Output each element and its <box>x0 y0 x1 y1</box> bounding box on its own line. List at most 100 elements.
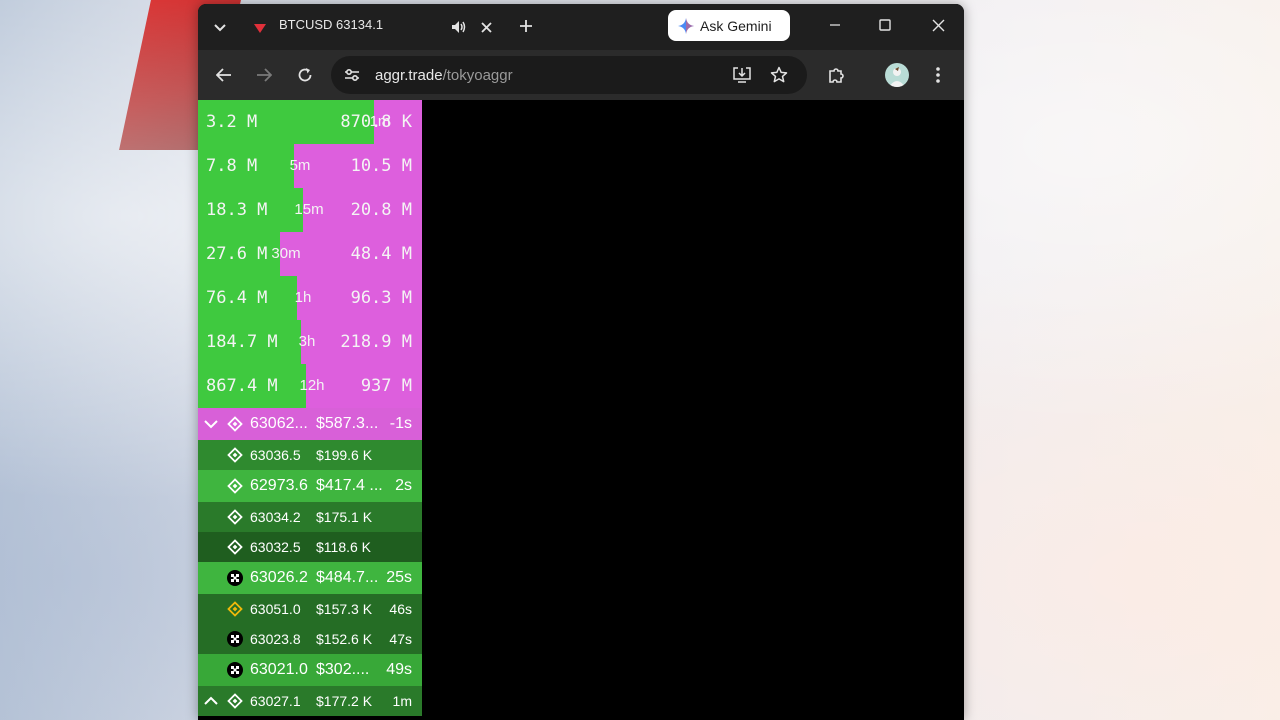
buy-volume: 76.4 M <box>206 288 268 308</box>
trade-price: 63021.0 <box>250 661 308 678</box>
ask-gemini-label: Ask Gemini <box>700 17 772 34</box>
stat-interval: 5m <box>289 157 311 174</box>
stat-row: 3.2 M 1m 870.8 K <box>198 100 422 144</box>
sell-volume: 870.8 K <box>340 112 412 132</box>
trade-age: 2s <box>395 477 412 494</box>
okx-exchange-icon <box>227 570 243 586</box>
tab-bar: BTCUSD 63134.1 Ask Gemini <box>198 4 964 50</box>
binance-exchange-icon <box>227 478 243 494</box>
browser-toolbar: aggr.trade/tokyoaggr <box>198 50 964 100</box>
sell-volume: 218.9 M <box>340 332 412 352</box>
site-info-tune-icon[interactable] <box>343 66 361 84</box>
url-path: /tokyoaggr <box>442 67 513 84</box>
stat-row: 7.8 M 5m 10.5 M <box>198 144 422 188</box>
gemini-sparkle-icon <box>678 17 694 34</box>
trade-row[interactable]: 63023.8 $152.6 K 47s <box>198 624 422 654</box>
trade-row[interactable]: 63062... $587.3... -1s <box>198 408 422 440</box>
binance-exchange-icon <box>227 416 243 432</box>
buy-volume: 867.4 M <box>206 376 278 396</box>
trade-row[interactable]: 63034.2 $175.1 K <box>198 502 422 532</box>
chevron-down-icon[interactable] <box>204 417 218 432</box>
bookmark-star-icon[interactable] <box>769 66 789 84</box>
trade-row[interactable]: 63027.1 $177.2 K 1m <box>198 686 422 716</box>
sell-volume: 96.3 M <box>350 288 412 308</box>
minimize-window-icon[interactable] <box>825 15 845 35</box>
trade-row[interactable]: 63051.0 $157.3 K 46s <box>198 594 422 624</box>
sell-volume: 10.5 M <box>350 156 412 176</box>
chevron-up-icon[interactable] <box>204 694 218 709</box>
binance-exchange-icon <box>227 509 243 525</box>
trade-amount: $175.1 K <box>316 509 373 525</box>
buy-volume: 184.7 M <box>206 332 278 352</box>
reload-icon[interactable] <box>295 65 315 85</box>
trade-age: 25s <box>386 569 412 586</box>
trade-price: 63034.2 <box>250 509 301 525</box>
trade-amount: $157.3 K <box>316 601 373 617</box>
stat-row: 18.3 M 15m 20.8 M <box>198 188 422 232</box>
binance-exchange-icon <box>227 447 243 463</box>
trades-list: 63062... $587.3... -1s 63036.5 $199.6 K 62973… <box>198 408 422 716</box>
trade-amount: $587.3... <box>316 415 379 432</box>
url-text[interactable]: aggr.trade/tokyoaggr <box>375 67 513 84</box>
trade-price: 63023.8 <box>250 631 301 647</box>
stat-row: 76.4 M 1h 96.3 M <box>198 276 422 320</box>
trade-amount: $152.6 K <box>316 631 373 647</box>
forward-arrow-icon[interactable] <box>254 65 274 85</box>
aggr-panel: 3.2 M 1m 870.8 K 7.8 M 5m 10.5 M 18.3 M 15m 20.8… <box>198 100 422 720</box>
tab-title[interactable]: BTCUSD 63134.1 <box>279 17 383 32</box>
trade-row[interactable]: 62973.6 $417.4 ... 2s <box>198 470 422 502</box>
page-content: 3.2 M 1m 870.8 K 7.8 M 5m 10.5 M 18.3 M 15m 20.8… <box>198 100 964 720</box>
sell-volume: 937 M <box>360 376 412 396</box>
browser-window: BTCUSD 63134.1 Ask Gemini aggr.trade/tok… <box>198 4 964 720</box>
maximize-window-icon[interactable] <box>875 15 895 35</box>
trade-amount: $199.6 K <box>316 447 373 463</box>
trade-amount: $417.4 ... <box>316 477 383 494</box>
trade-price: 62973.6 <box>250 477 308 494</box>
sell-volume: 20.8 M <box>350 200 412 220</box>
trade-amount: $484.7... <box>316 569 379 586</box>
close-tab-icon[interactable] <box>476 17 496 37</box>
volume-stats: 3.2 M 1m 870.8 K 7.8 M 5m 10.5 M 18.3 M 15m 20.8… <box>198 100 422 408</box>
trade-age: 1m <box>392 693 412 709</box>
address-bar[interactable]: aggr.trade/tokyoaggr <box>331 56 807 94</box>
stat-row: 867.4 M 12h 937 M <box>198 364 422 408</box>
url-host: aggr.trade <box>375 67 443 84</box>
trade-amount: $118.6 K <box>316 539 372 555</box>
tab-search-icon[interactable] <box>210 17 230 37</box>
audio-playing-icon[interactable] <box>449 17 469 37</box>
ask-gemini-button[interactable]: Ask Gemini <box>668 10 790 41</box>
back-arrow-icon[interactable] <box>214 65 234 85</box>
sell-volume: 48.4 M <box>350 244 412 264</box>
trade-row[interactable]: 63032.5 $118.6 K <box>198 532 422 562</box>
extensions-puzzle-icon[interactable] <box>827 65 847 85</box>
trade-price: 63026.2 <box>250 569 308 586</box>
trade-age: 47s <box>389 631 412 647</box>
binance-exchange-icon <box>227 601 243 617</box>
stat-row: 184.7 M 3h 218.9 M <box>198 320 422 364</box>
stat-interval: 1h <box>294 289 312 306</box>
close-window-icon[interactable] <box>928 15 948 35</box>
binance-exchange-icon <box>227 693 243 709</box>
more-menu-icon[interactable] <box>928 65 948 85</box>
trade-amount: $177.2 K <box>316 693 373 709</box>
install-app-icon[interactable] <box>732 66 752 84</box>
profile-avatar[interactable] <box>885 63 909 87</box>
buy-volume: 3.2 M <box>206 112 258 132</box>
trade-age: -1s <box>389 415 412 432</box>
favicon-down-triangle-icon <box>253 23 267 35</box>
buy-volume: 27.6 M <box>206 244 268 264</box>
trade-price: 63051.0 <box>250 601 301 617</box>
okx-exchange-icon <box>227 662 243 678</box>
binance-exchange-icon <box>227 539 243 555</box>
trade-price: 63036.5 <box>250 447 301 463</box>
trade-row[interactable]: 63021.0 $302.... 49s <box>198 654 422 686</box>
trade-row[interactable]: 63026.2 $484.7... 25s <box>198 562 422 594</box>
trade-price: 63062... <box>250 415 308 432</box>
new-tab-icon[interactable] <box>516 16 536 36</box>
trade-price: 63027.1 <box>250 693 301 709</box>
trade-age: 49s <box>386 661 412 678</box>
stat-interval: 12h <box>299 377 325 394</box>
trade-age: 46s <box>389 601 412 617</box>
trade-row[interactable]: 63036.5 $199.6 K <box>198 440 422 470</box>
okx-exchange-icon <box>227 631 243 647</box>
